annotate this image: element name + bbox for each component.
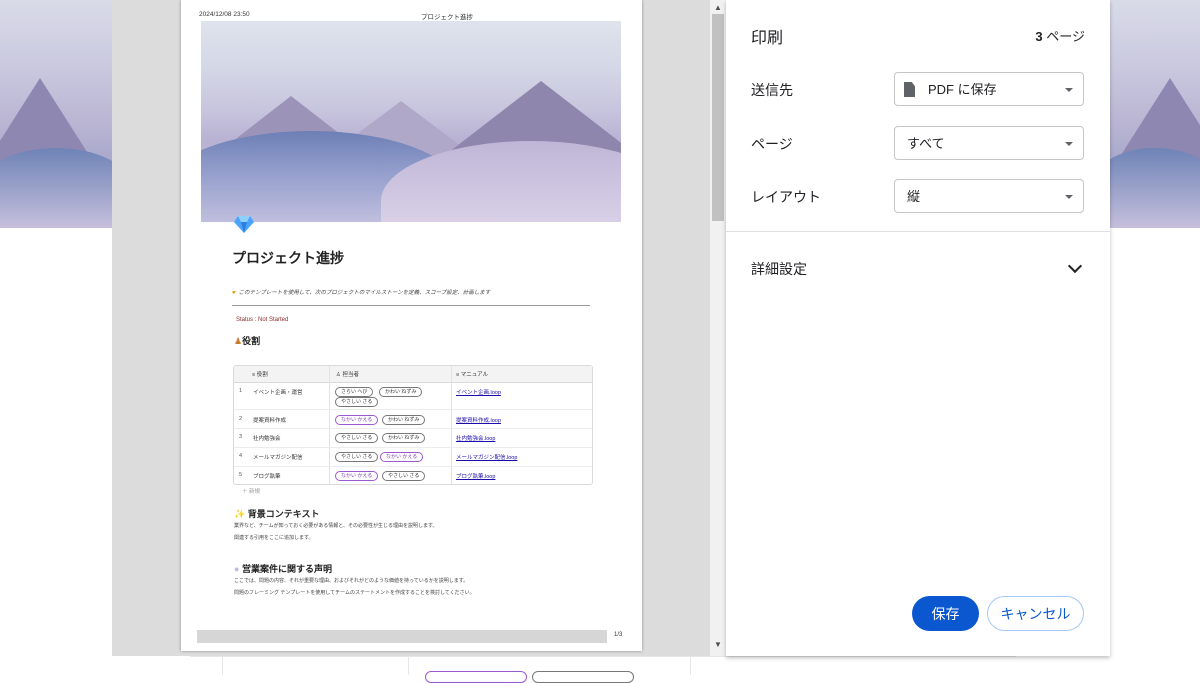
layout-label: レイアウト — [751, 189, 821, 205]
pages-select[interactable]: すべて — [894, 126, 1084, 160]
pages-label: ページ — [751, 136, 793, 152]
paragraph: 関連する引用をここに追加します。 — [234, 535, 314, 541]
manual-link[interactable]: 提案資料作成.loop — [456, 416, 501, 424]
background-column-line — [222, 657, 223, 675]
manual-link[interactable]: イベント企画.loop — [456, 388, 501, 396]
scroll-down-arrow-icon[interactable]: ▼ — [714, 640, 722, 649]
destination-value: PDF に保存 — [928, 82, 997, 97]
background-table-fragment — [190, 656, 1016, 683]
row-number: 3 — [239, 434, 243, 440]
table-row: 1 イベント企画・運営 さらい へび かわい ねずみ やさしい さる イベント企… — [234, 382, 592, 410]
dropdown-arrow-icon — [1065, 142, 1073, 146]
assignee-chip: やさしい さる — [335, 433, 379, 443]
print-dialog-title: 印刷 — [751, 30, 784, 47]
save-button[interactable]: 保存 — [912, 596, 979, 631]
assignee-chip: なかい かえる — [335, 471, 379, 481]
advanced-settings-toggle[interactable]: 詳細設定 — [751, 259, 807, 279]
roles-heading: ♟役割 — [234, 336, 261, 346]
cancel-button[interactable]: キャンセル — [987, 596, 1084, 631]
background-heading: ✨ 背景コンテキスト — [234, 509, 320, 519]
print-header-title: プロジェクト進捗 — [421, 14, 473, 21]
table-row: 4 メールマガジン配信 やさしい さる なかい かえる メールマガジン配信.lo… — [234, 448, 592, 467]
layout-select[interactable]: 縦 — [894, 179, 1084, 213]
template-hint-text: このテンプレートを使用して、次のプロジェクトのマイルストーンを定義、スコープ設定… — [238, 290, 491, 296]
gem-icon — [234, 216, 254, 233]
template-hint: ☛ このテンプレートを使用して、次のプロジェクトのマイルストーンを定義、スコープ… — [232, 288, 490, 296]
row-number: 4 — [239, 453, 243, 459]
layout-value: 縦 — [907, 189, 921, 204]
new-row-button: ＋ 新規 — [242, 489, 261, 495]
assignee-chip: さらい へび — [335, 387, 374, 397]
row-role: イベント企画・運営 — [253, 390, 303, 396]
page-count: 3 ページ — [1035, 29, 1085, 44]
pages-value: すべて — [907, 136, 945, 151]
row-number: 2 — [239, 416, 243, 422]
background-chip — [425, 671, 527, 683]
roles-table: ≡ 役割 ♙ 担当者 ≡ マニュアル 1 イベント企画・運営 さらい へび かわ… — [233, 365, 593, 485]
status-text: Status : Not Started — [236, 317, 289, 323]
background-hero-right — [1110, 0, 1200, 228]
background-column-line — [408, 657, 409, 675]
scrollbar-thumb[interactable] — [712, 14, 724, 221]
manual-link[interactable]: メールマガジン配信.loop — [456, 453, 517, 461]
scroll-up-arrow-icon[interactable]: ▲ — [714, 3, 722, 12]
sparkles-icon: ✨ — [234, 509, 248, 519]
assignee-chip: かわい ねずみ — [382, 433, 426, 443]
assignee-chip: やさしい さる — [335, 452, 379, 462]
background-column-line — [690, 657, 691, 675]
panel-divider — [726, 231, 1110, 232]
column-header-manual: ≡ マニュアル — [456, 372, 489, 378]
chevron-down-icon[interactable] — [1067, 258, 1083, 274]
assignee-chip: やさしい さる — [382, 471, 426, 481]
preview-page: 2024/12/08 23:50 プロジェクト進捗 プロジェクト進捗 ☛ このテ… — [181, 0, 642, 651]
person-icon: ♟ — [234, 336, 243, 346]
preview-scrollbar[interactable]: ▲ ▼ — [710, 0, 726, 656]
row-role: 提案資料作成 — [253, 418, 287, 424]
manual-link[interactable]: 社内勉強会.loop — [456, 434, 495, 442]
table-row: 3 社内勉強会 やさしい さる かわい ねずみ 社内勉強会.loop — [234, 429, 592, 448]
print-footer-bar — [197, 630, 607, 643]
paragraph: 業界など、チームが知っておく必要がある情報と、その必要性が生じる理由を説明します… — [234, 523, 438, 529]
print-preview-area: 2024/12/08 23:50 プロジェクト進捗 プロジェクト進捗 ☛ このテ… — [112, 0, 726, 656]
assignee-chip: かわい ねずみ — [379, 387, 423, 397]
paragraph: 問題のフレーミング テンプレートを使用してチームのステートメントを作成することを… — [234, 590, 475, 596]
assignee-chip: かわい ねずみ — [382, 415, 426, 425]
divider — [232, 305, 590, 306]
table-row: 2 提案資料作成 なかい かえる かわい ねずみ 提案資料作成.loop — [234, 410, 592, 429]
table-header: ≡ 役割 ♙ 担当者 ≡ マニュアル — [234, 366, 592, 383]
hero-image — [201, 21, 621, 222]
paragraph: ここでは、問題の内容、それが重要な理由、およびそれがどのような価値を持っているか… — [234, 578, 469, 584]
bubble-icon: ● — [234, 564, 242, 574]
file-icon — [904, 82, 915, 97]
row-number: 5 — [239, 472, 243, 478]
column-header-assignee: ♙ 担当者 — [336, 372, 359, 378]
column-header-role: ≡ 役割 — [252, 372, 268, 378]
manual-link[interactable]: ブログ執筆.loop — [456, 472, 495, 480]
assignee-chip: やさしい さる — [335, 397, 379, 407]
print-settings-panel: 印刷 3 ページ 送信先 PDF に保存 ページ すべて レイアウト 縦 詳細設… — [726, 0, 1110, 656]
print-timestamp: 2024/12/08 23:50 — [199, 11, 250, 18]
background-dune — [1110, 148, 1200, 228]
assignee-chip: なかい かえる — [380, 452, 424, 462]
table-row: 5 ブログ執筆 なかい かえる やさしい さる ブログ執筆.loop — [234, 467, 592, 484]
dropdown-arrow-icon — [1065, 88, 1073, 92]
dropdown-arrow-icon — [1065, 195, 1073, 199]
statement-heading: ● 営業案件に関する声明 — [234, 564, 332, 574]
row-role: 社内勉強会 — [253, 436, 281, 442]
assignee-chip: なかい かえる — [335, 415, 379, 425]
page-number: 1/3 — [614, 632, 623, 638]
row-role: ブログ執筆 — [253, 474, 281, 480]
row-number: 1 — [239, 388, 243, 394]
destination-select[interactable]: PDF に保存 — [894, 72, 1084, 106]
document-title: プロジェクト進捗 — [232, 250, 344, 266]
background-hero-left — [0, 0, 112, 228]
background-dune — [0, 148, 112, 228]
destination-label: 送信先 — [751, 82, 793, 98]
background-chip — [532, 671, 634, 683]
row-role: メールマガジン配信 — [253, 455, 303, 461]
